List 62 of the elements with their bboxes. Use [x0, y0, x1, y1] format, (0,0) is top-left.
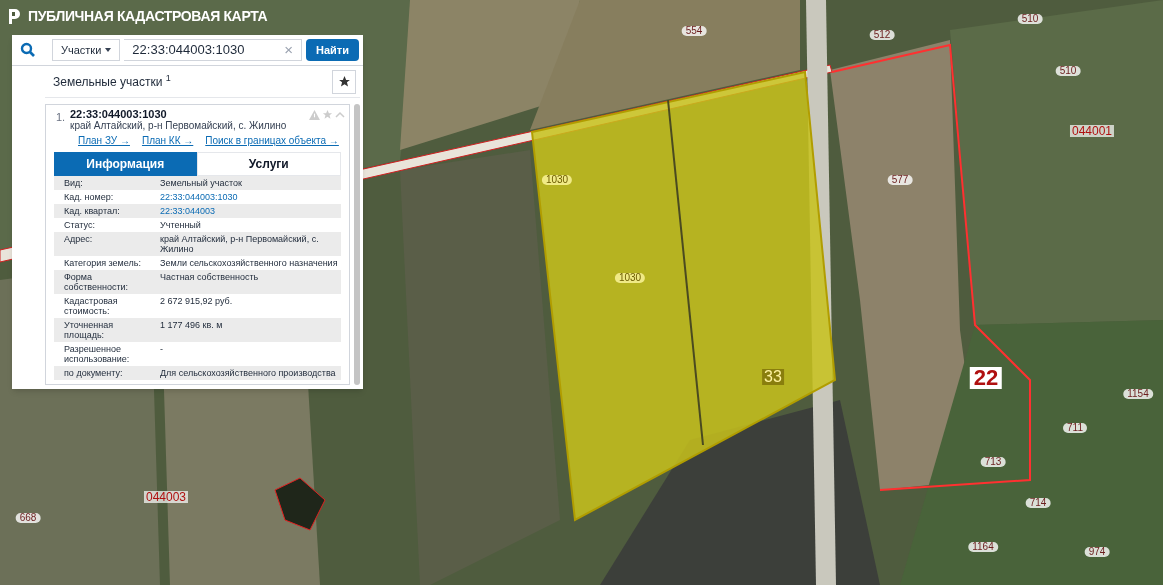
field-value: 1 177 496 кв. м: [160, 320, 223, 330]
parcel-number-label: 510: [1055, 66, 1081, 76]
results-heading: Земельные участки $^{1}$: [53, 72, 171, 91]
field-label: по документу:: [64, 368, 124, 378]
info-tab[interactable]: Услуги: [196, 152, 341, 176]
result-index: 1.: [55, 110, 67, 125]
parcel-number-label: 044003: [144, 491, 188, 503]
favorites-button[interactable]: [332, 69, 356, 94]
result-link[interactable]: План ЗУ →: [78, 133, 130, 148]
field-label: Вид:: [64, 178, 84, 188]
parcel-number-label: 1030: [614, 273, 646, 283]
scrollbar[interactable]: [354, 104, 360, 385]
parcel-number-label: 33: [762, 369, 784, 385]
star-icon: [337, 75, 351, 88]
parcel-number-label: 711: [1063, 423, 1087, 433]
field-value[interactable]: 22:33:044003:1030: [160, 192, 238, 202]
field-label: Форма собственности:: [64, 272, 130, 292]
search-icon[interactable]: [20, 42, 36, 58]
field-value: край Алтайский, р-н Первомайский, с. Жилино: [160, 234, 320, 254]
find-button[interactable]: Найти: [306, 39, 359, 61]
parcel-number-label: 1030: [541, 175, 573, 185]
parcel-number-label: 713: [980, 457, 1006, 467]
field-value[interactable]: 22:33:044003: [160, 206, 216, 216]
field-label: Кад. номер:: [64, 192, 115, 202]
info-tab[interactable]: Информация: [54, 152, 197, 176]
collapse-icon[interactable]: [335, 111, 345, 118]
result-address: край Алтайский, р-н Первомайский, с. Жилино: [70, 120, 288, 131]
result-link[interactable]: План КК →: [141, 133, 194, 148]
field-label: Статус:: [64, 220, 96, 230]
field-value: 2 672 915,92 руб.: [160, 296, 233, 306]
caret-icon: [105, 48, 112, 52]
result-number[interactable]: 22:33:044003:1030: [70, 109, 309, 120]
warning-icon[interactable]: [309, 109, 320, 120]
field-value: -: [160, 344, 164, 354]
field-value: Земли сельскохозяйственного назначения: [160, 258, 338, 268]
parcel-number-label: 974: [1084, 547, 1110, 557]
parcel-number-label: 714: [1025, 498, 1051, 508]
field-label: Адрес:: [64, 234, 94, 244]
parcel-number-label: 510: [1017, 14, 1043, 24]
field-label: Разрешенное использование:: [64, 344, 131, 364]
field-label: Кад. квартал:: [64, 206, 121, 216]
parcel-number-label: 668: [15, 513, 41, 523]
field-label: Уточненная площадь:: [64, 320, 115, 340]
field-value: Частная собственность: [160, 272, 259, 282]
field-value: Земельный участок: [160, 178, 242, 188]
result-link[interactable]: Поиск в границах объекта →: [205, 133, 339, 148]
field-value: Учтенный: [160, 220, 201, 230]
star-icon[interactable]: [322, 109, 333, 120]
field-label: Категория земель:: [64, 258, 142, 268]
parcel-number-label: 1164: [968, 542, 998, 552]
logo-icon: [8, 8, 20, 25]
parcel-number-label: 22: [969, 367, 1003, 389]
field-label: Кадастровая стоимость:: [64, 296, 119, 316]
parcel-number-label: 044001: [1070, 125, 1114, 137]
parcel-number-label: 512: [869, 30, 895, 40]
search-field[interactable]: 22:33:044003:1030 ×: [124, 39, 302, 61]
search-type-select[interactable]: Участки: [52, 39, 121, 61]
parcel-number-label: 554: [681, 26, 707, 36]
app-title: ПУБЛИЧНАЯ КАДАСТРОВАЯ КАРТА: [28, 7, 268, 26]
parcel-number-label: 577: [887, 175, 913, 185]
parcel-number-label: 1154: [1123, 389, 1153, 399]
field-value: Для сельскохозяйственного производства: [160, 368, 336, 378]
